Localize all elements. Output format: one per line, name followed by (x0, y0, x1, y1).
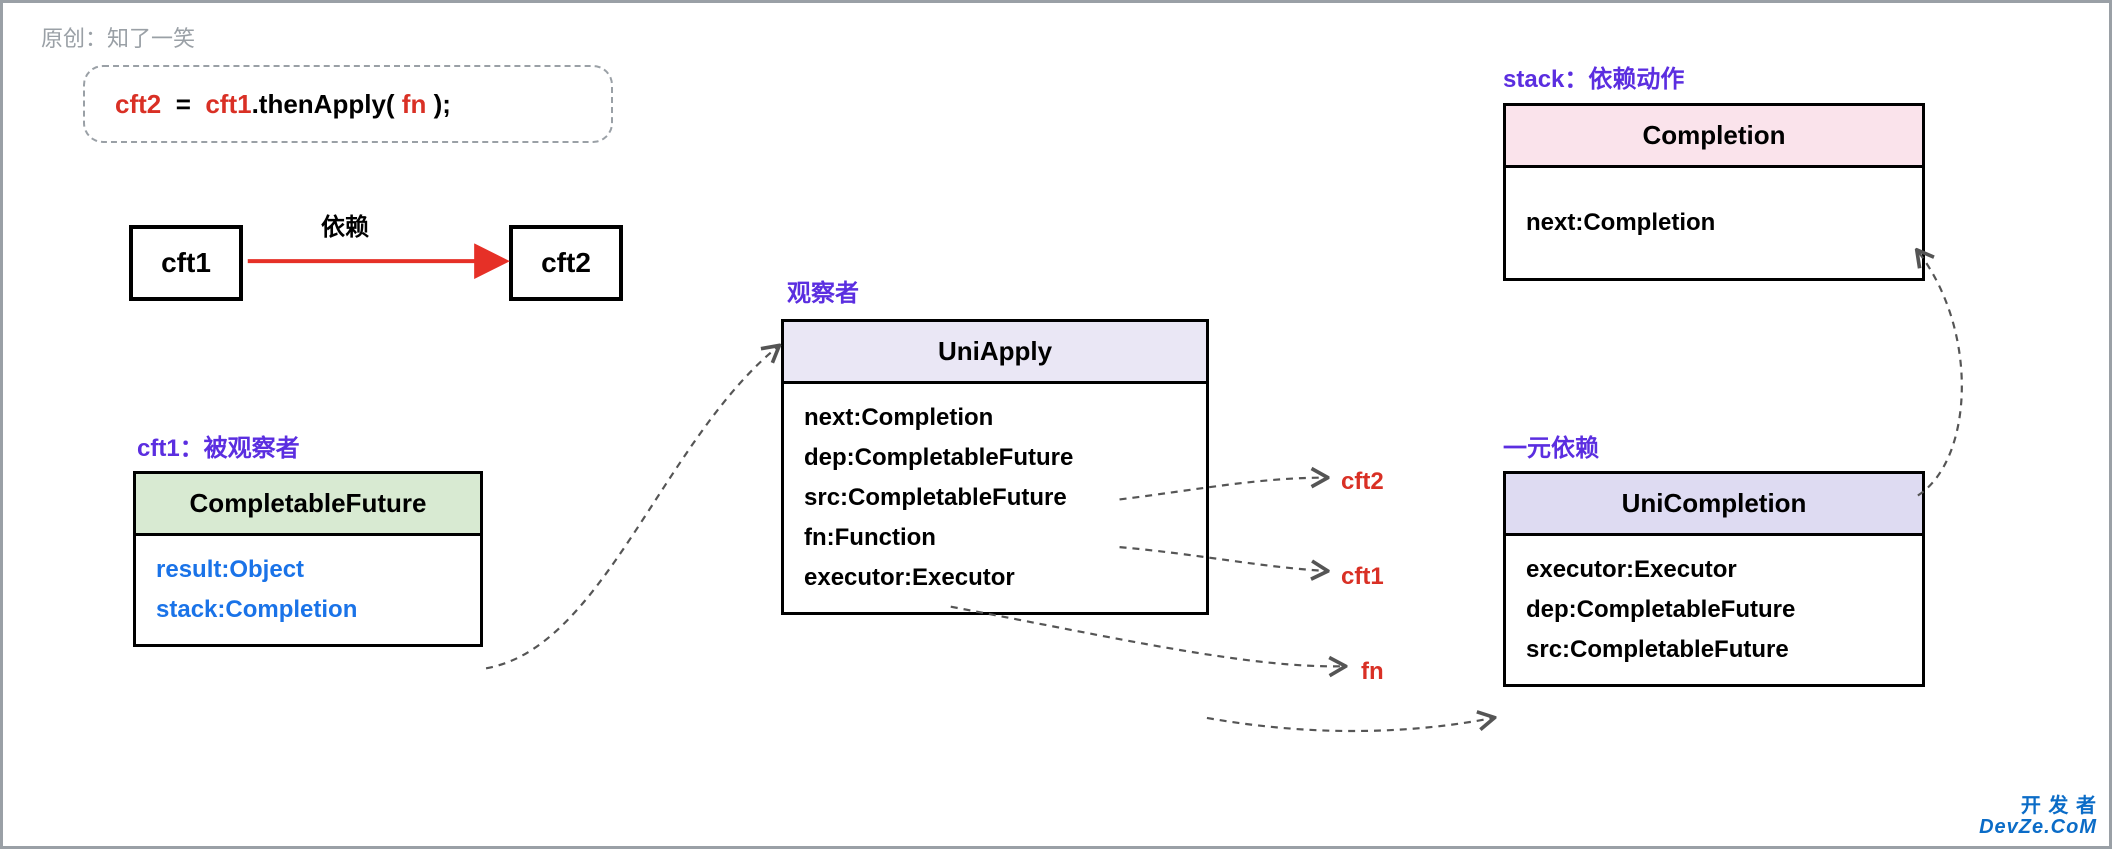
box-uniapply: UniApply next:Completion dep:Completable… (781, 319, 1209, 615)
field-uc-exec: executor:Executor (1526, 550, 1902, 590)
box-unicompletion: UniCompletion executor:Executor dep:Comp… (1503, 471, 1925, 687)
code-eq: = (161, 89, 205, 120)
code-fn: fn (402, 89, 427, 120)
watermark: 开 发 者 DevZe.CoM (1979, 796, 2097, 838)
target-cft2: cft2 (1341, 468, 1384, 496)
label-observer: 观察者 (787, 273, 859, 308)
field-ua-src: src:CompletableFuture (804, 478, 1186, 518)
label-stack-action: stack：依赖动作 (1503, 59, 1684, 94)
code-then: .thenApply( (252, 89, 402, 120)
code-cft2: cft2 (115, 89, 161, 120)
arrow-ua-fn-fn (951, 607, 1344, 667)
node-cft1: cft1 (129, 225, 243, 301)
label-unary-dep: 一元依赖 (1503, 428, 1599, 463)
box-completion: Completion next:Completion (1503, 103, 1925, 281)
arrow-uc-to-completion (1918, 251, 1962, 495)
field-stack: stack:Completion (156, 590, 460, 630)
code-snippet-box: cft2 = cft1 .thenApply( fn ); (83, 65, 613, 143)
field-uc-src: src:CompletableFuture (1526, 630, 1902, 670)
field-comp-next: next:Completion (1526, 203, 1902, 243)
depend-label: 依赖 (321, 207, 369, 242)
box-completion-title: Completion (1506, 106, 1922, 168)
target-cft1: cft1 (1341, 563, 1384, 591)
box-unicompletion-body: executor:Executor dep:CompletableFuture … (1506, 536, 1922, 684)
box-uniapply-title: UniApply (784, 322, 1206, 384)
field-ua-next: next:Completion (804, 398, 1186, 438)
node-cft2: cft2 (509, 225, 623, 301)
diagram-canvas: 原创：知了一笑 cft2 = cft1 .thenApply( fn ); cf… (0, 0, 2112, 849)
arrow-ua-to-uc (1207, 718, 1493, 731)
attribution-label: 原创：知了一笑 (41, 21, 195, 53)
box-completablefuture-title: CompletableFuture (136, 474, 480, 536)
watermark-line2: DevZe.CoM (1979, 817, 2097, 838)
code-cft1: cft1 (205, 89, 251, 120)
arrow-cf-to-uniapply (486, 347, 778, 669)
watermark-line1: 开 发 者 (1979, 796, 2097, 817)
field-result: result:Object (156, 550, 460, 590)
box-uniapply-body: next:Completion dep:CompletableFuture sr… (784, 384, 1206, 612)
field-ua-dep: dep:CompletableFuture (804, 438, 1186, 478)
label-cft1-observed: cft1：被观察者 (137, 428, 300, 463)
target-fn: fn (1361, 658, 1384, 686)
field-ua-exec: executor:Executor (804, 558, 1186, 598)
box-completablefuture-body: result:Object stack:Completion (136, 536, 480, 644)
field-uc-dep: dep:CompletableFuture (1526, 590, 1902, 630)
field-ua-fn: fn:Function (804, 518, 1186, 558)
code-close: ); (426, 89, 451, 120)
box-completablefuture: CompletableFuture result:Object stack:Co… (133, 471, 483, 647)
box-completion-body: next:Completion (1506, 168, 1922, 278)
box-unicompletion-title: UniCompletion (1506, 474, 1922, 536)
